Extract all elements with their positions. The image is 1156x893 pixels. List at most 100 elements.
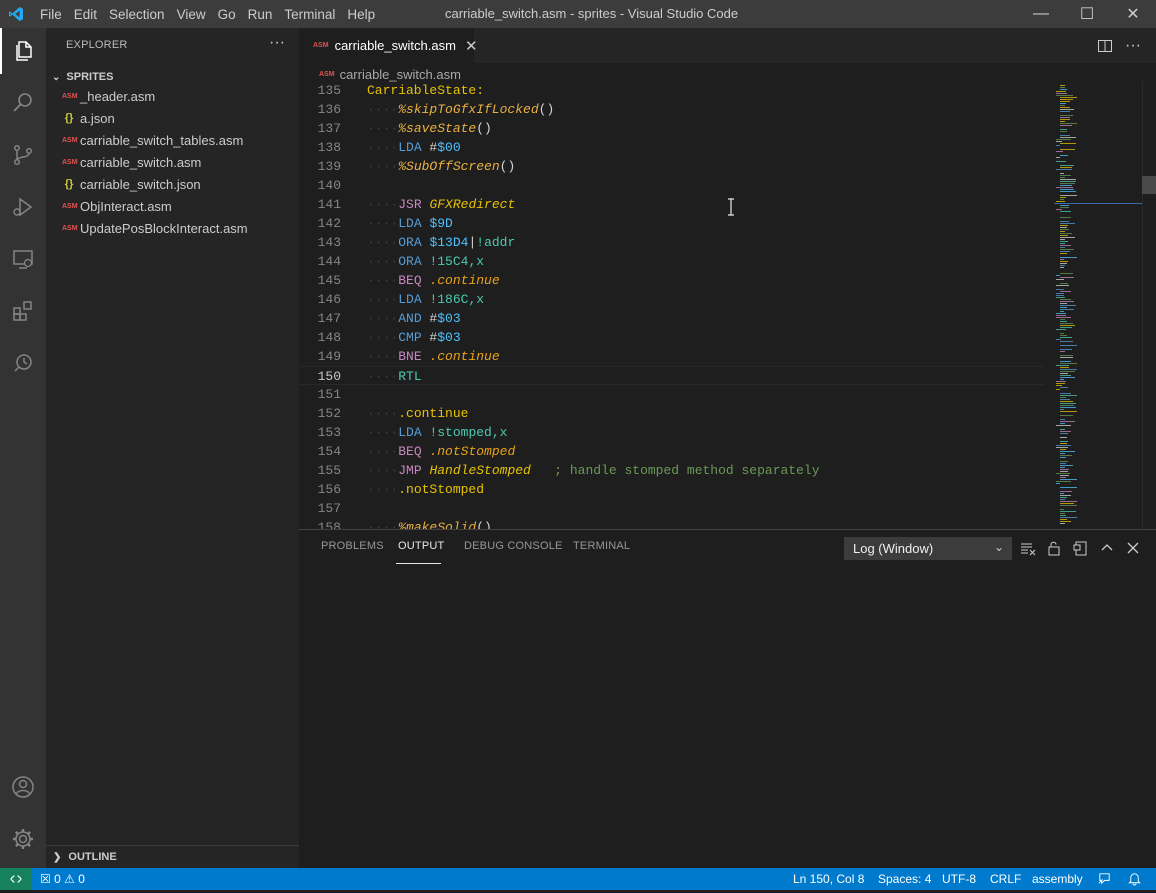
outline-section-header[interactable]: ❯ OUTLINE	[46, 845, 299, 868]
code-line[interactable]: 141 ····JSR GFXRedirect	[299, 195, 1044, 214]
code-line[interactable]: 144 ····ORA !15C4,x	[299, 252, 1044, 271]
code-line[interactable]: 158 ····%makeSolid()	[299, 518, 1044, 529]
open-log-file-icon[interactable]	[1071, 538, 1091, 558]
editor-scrollbar[interactable]	[1142, 81, 1156, 529]
file-item-carriable-switch-json[interactable]: {} carriable_switch.json	[46, 173, 299, 195]
panel-tab-output[interactable]: OUTPUT	[398, 540, 444, 552]
panel-tab-debug-console[interactable]: DEBUG CONSOLE	[464, 540, 563, 552]
code-text: ····%makeSolid()	[367, 518, 492, 529]
code-token: !stomped,x	[429, 425, 508, 440]
code-line[interactable]: 142 ····LDA $9D	[299, 214, 1044, 233]
minimap-line	[1060, 437, 1067, 438]
file-item-objinteract-asm[interactable]: ASM ObjInteract.asm	[46, 195, 299, 217]
menu-selection[interactable]: Selection	[103, 7, 171, 22]
code-line[interactable]: 154 ····BEQ .notStomped	[299, 442, 1044, 461]
code-line[interactable]: 157	[299, 499, 1044, 518]
code-line[interactable]: 146 ····LDA !186C,x	[299, 290, 1044, 309]
menu-go[interactable]: Go	[212, 7, 242, 22]
menu-run[interactable]: Run	[242, 7, 279, 22]
code-line[interactable]: 135 CarriableState:	[299, 81, 1044, 100]
file-item-carriable-switch-asm[interactable]: ASM carriable_switch.asm	[46, 151, 299, 173]
maximize-panel-icon[interactable]	[1097, 538, 1117, 558]
close-tab-icon[interactable]: ✕	[465, 37, 478, 55]
panel-tab-problems[interactable]: PROBLEMS	[321, 540, 384, 552]
code-line[interactable]: 148 ····CMP #$03	[299, 328, 1044, 347]
code-line[interactable]: 150 ····RTL	[299, 366, 1044, 385]
minimap-line	[1056, 425, 1071, 426]
close-panel-icon[interactable]	[1123, 538, 1143, 558]
chevron-down-icon: ⌄	[52, 71, 61, 83]
minimap-line	[1060, 519, 1067, 520]
minimap-line	[1060, 291, 1071, 292]
mouse-ibeam-cursor-icon	[727, 198, 735, 216]
encoding-status[interactable]: UTF-8	[942, 868, 976, 890]
minimap-line	[1060, 367, 1069, 368]
file-item-a-json[interactable]: {} a.json	[46, 107, 299, 129]
code-line[interactable]: 140	[299, 176, 1044, 195]
code-line[interactable]: 153 ····LDA !stomped,x	[299, 423, 1044, 442]
line-number: 135	[317, 83, 341, 98]
code-editor[interactable]: 135 CarriableState: 136 ····%skipToGfxIfLoc…	[299, 81, 1044, 529]
code-line[interactable]: 139 ····%SubOffScreen()	[299, 157, 1044, 176]
source-control-icon[interactable]	[0, 132, 46, 178]
minimize-button[interactable]: —	[1018, 0, 1064, 28]
minimap-line	[1056, 187, 1073, 188]
breadcrumb-file[interactable]: carriable_switch.asm	[340, 67, 461, 82]
problems-status[interactable]: ☒ 0 ⚠ 0	[40, 868, 85, 890]
file-item-carriable-switch-tables-asm[interactable]: ASM carriable_switch_tables.asm	[46, 129, 299, 151]
code-line[interactable]: 137 ····%saveState()	[299, 119, 1044, 138]
menu-edit[interactable]: Edit	[68, 7, 103, 22]
menu-file[interactable]: File	[34, 7, 68, 22]
code-line[interactable]: 156 ····.notStomped	[299, 480, 1044, 499]
code-line[interactable]: 147 ····AND #$03	[299, 309, 1044, 328]
search-icon[interactable]	[0, 80, 46, 126]
explorer-icon[interactable]	[0, 28, 46, 74]
more-actions-icon[interactable]: ···	[269, 34, 285, 52]
remote-indicator-icon[interactable]	[0, 868, 32, 890]
panel-tab-terminal[interactable]: TERMINAL	[573, 540, 630, 552]
timeline-icon[interactable]	[0, 340, 46, 386]
split-editor-icon[interactable]	[1097, 28, 1113, 63]
lock-scroll-icon[interactable]	[1044, 538, 1064, 558]
line-number: 141	[317, 197, 341, 212]
code-token: .continue	[429, 273, 500, 288]
menu-view[interactable]: View	[171, 7, 212, 22]
extensions-icon[interactable]	[0, 288, 46, 334]
scrollbar-thumb[interactable]	[1142, 176, 1156, 194]
code-line[interactable]: 143 ····ORA $13D4|!addr	[299, 233, 1044, 252]
file-name: carriable_switch_tables.asm	[80, 132, 244, 148]
editor-tab-bar: ASM carriable_switch.asm ✕ ···	[299, 28, 1156, 63]
code-line[interactable]: 145 ····BEQ .continue	[299, 271, 1044, 290]
code-line[interactable]: 149 ····BNE .continue	[299, 347, 1044, 366]
settings-gear-icon[interactable]	[0, 816, 46, 862]
code-line[interactable]: 152 ····.continue	[299, 404, 1044, 423]
indentation-status[interactable]: Spaces: 4	[878, 868, 931, 890]
remote-explorer-icon[interactable]	[0, 236, 46, 282]
more-actions-icon[interactable]: ···	[1125, 28, 1141, 63]
maximize-button[interactable]: ☐	[1064, 0, 1110, 28]
editor-tab-carriable-switch-asm[interactable]: ASM carriable_switch.asm ✕	[299, 28, 478, 63]
line-number: 156	[317, 482, 341, 497]
output-channel-select[interactable]: Log (Window) ⌄	[844, 537, 1012, 560]
accounts-icon[interactable]	[0, 764, 46, 810]
minimap-line	[1060, 455, 1072, 456]
run-debug-icon[interactable]	[0, 184, 46, 230]
line-number: 155	[317, 463, 341, 478]
code-line[interactable]: 151	[299, 385, 1044, 404]
language-mode[interactable]: assembly	[1032, 868, 1083, 890]
minimap-line	[1060, 409, 1064, 410]
file-item-updateposblockinteract-asm[interactable]: ASM UpdatePosBlockInteract.asm	[46, 217, 299, 239]
file-item-header-asm[interactable]: ASM _header.asm	[46, 85, 299, 107]
close-window-button[interactable]: ✕	[1110, 0, 1156, 28]
code-line[interactable]: 136 ····%skipToGfxIfLocked()	[299, 100, 1044, 119]
cursor-position[interactable]: Ln 150, Col 8	[793, 868, 864, 890]
line-number: 137	[317, 121, 341, 136]
code-text: ····RTL	[367, 367, 422, 386]
minimap-line	[1060, 469, 1069, 470]
code-line[interactable]: 155 ····JMP HandleStomped ; handle stompe…	[299, 461, 1044, 480]
code-line[interactable]: 138 ····LDA #$00	[299, 138, 1044, 157]
minimap-line	[1056, 329, 1066, 330]
eol-status[interactable]: CRLF	[990, 868, 1021, 890]
minimap[interactable]	[1044, 81, 1142, 529]
clear-output-icon[interactable]	[1018, 538, 1038, 558]
